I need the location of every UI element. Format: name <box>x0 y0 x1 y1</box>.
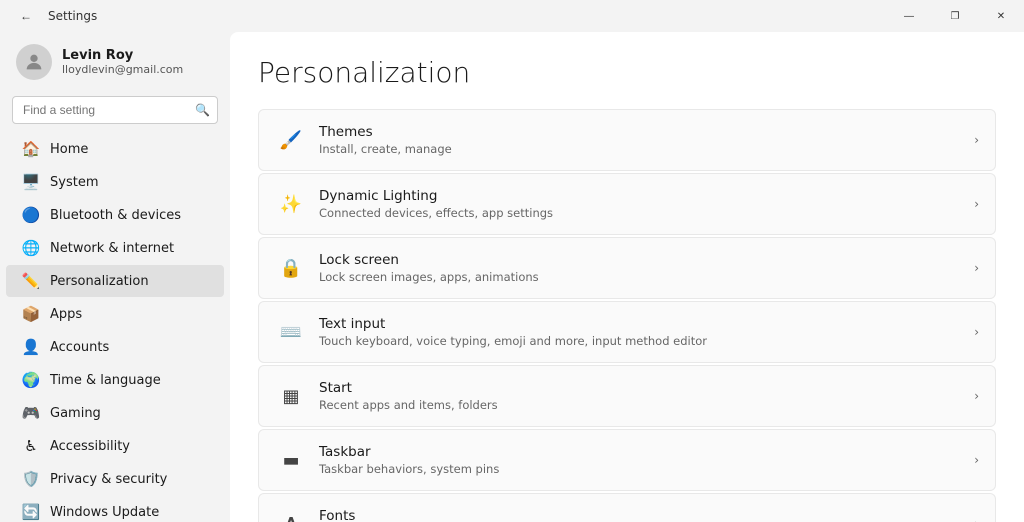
privacy-icon: 🛡️ <box>22 470 40 488</box>
sidebar-item-label: System <box>50 175 98 190</box>
user-email: lloydlevin@gmail.com <box>62 63 183 76</box>
app-body: Levin Roy lloydlevin@gmail.com 🔍 🏠 Home … <box>0 32 1024 522</box>
update-icon: 🔄 <box>22 503 40 521</box>
user-info: Levin Roy lloydlevin@gmail.com <box>62 48 183 76</box>
titlebar: ← Settings — ❐ ✕ <box>0 0 1024 32</box>
settings-item-label: Taskbar <box>319 444 966 460</box>
time-icon: 🌍 <box>22 371 40 389</box>
user-name: Levin Roy <box>62 48 183 63</box>
settings-item-text-input[interactable]: ⌨️ Text input Touch keyboard, voice typi… <box>258 301 996 363</box>
settings-item-label: Lock screen <box>319 252 966 268</box>
apps-icon: 📦 <box>22 305 40 323</box>
settings-item-desc: Connected devices, effects, app settings <box>319 206 966 220</box>
settings-item-start[interactable]: ▦ Start Recent apps and items, folders › <box>258 365 996 427</box>
sidebar-item-bluetooth[interactable]: 🔵 Bluetooth & devices <box>6 199 224 231</box>
chevron-right-icon: › <box>974 325 979 339</box>
settings-item-label: Fonts <box>319 508 966 522</box>
fonts-icon: 𝐀 <box>275 508 307 522</box>
settings-item-text: Fonts Install, manage <box>319 508 966 522</box>
settings-item-text: Lock screen Lock screen images, apps, an… <box>319 252 966 284</box>
chevron-right-icon: › <box>974 389 979 403</box>
chevron-right-icon: › <box>974 261 979 275</box>
titlebar-left: ← Settings <box>12 2 97 30</box>
sidebar-item-system[interactable]: 🖥️ System <box>6 166 224 198</box>
settings-item-label: Text input <box>319 316 966 332</box>
settings-item-taskbar[interactable]: ▬ Taskbar Taskbar behaviors, system pins… <box>258 429 996 491</box>
sidebar-item-home[interactable]: 🏠 Home <box>6 133 224 165</box>
accounts-icon: 👤 <box>22 338 40 356</box>
titlebar-title: Settings <box>48 9 97 23</box>
sidebar-item-apps[interactable]: 📦 Apps <box>6 298 224 330</box>
sidebar-item-label: Home <box>50 142 88 157</box>
sidebar-item-update[interactable]: 🔄 Windows Update <box>6 496 224 522</box>
settings-item-dynamic-lighting[interactable]: ✨ Dynamic Lighting Connected devices, ef… <box>258 173 996 235</box>
sidebar-item-network[interactable]: 🌐 Network & internet <box>6 232 224 264</box>
avatar <box>16 44 52 80</box>
bluetooth-icon: 🔵 <box>22 206 40 224</box>
sidebar-item-label: Apps <box>50 307 82 322</box>
titlebar-controls: — ❐ ✕ <box>886 0 1024 32</box>
settings-list: 🖌️ Themes Install, create, manage › ✨ Dy… <box>258 109 996 522</box>
chevron-right-icon: › <box>974 133 979 147</box>
sidebar-item-label: Accessibility <box>50 439 130 454</box>
dynamic-lighting-icon: ✨ <box>275 188 307 220</box>
nav-list: 🏠 Home 🖥️ System 🔵 Bluetooth & devices 🌐… <box>0 132 230 522</box>
settings-item-text: Start Recent apps and items, folders <box>319 380 966 412</box>
accessibility-icon: ♿ <box>22 437 40 455</box>
home-icon: 🏠 <box>22 140 40 158</box>
taskbar-icon: ▬ <box>275 444 307 476</box>
user-profile[interactable]: Levin Roy lloydlevin@gmail.com <box>0 32 230 92</box>
search-box: 🔍 <box>12 96 218 124</box>
system-icon: 🖥️ <box>22 173 40 191</box>
back-button[interactable]: ← <box>12 2 40 30</box>
sidebar-item-label: Accounts <box>50 340 109 355</box>
sidebar-item-label: Gaming <box>50 406 101 421</box>
chevron-right-icon: › <box>974 197 979 211</box>
sidebar-item-time[interactable]: 🌍 Time & language <box>6 364 224 396</box>
chevron-right-icon: › <box>974 453 979 467</box>
sidebar-item-label: Personalization <box>50 274 149 289</box>
restore-button[interactable]: ❐ <box>932 0 978 32</box>
settings-item-label: Start <box>319 380 966 396</box>
settings-item-desc: Recent apps and items, folders <box>319 398 966 412</box>
gaming-icon: 🎮 <box>22 404 40 422</box>
settings-item-text: Dynamic Lighting Connected devices, effe… <box>319 188 966 220</box>
settings-item-desc: Install, create, manage <box>319 142 966 156</box>
sidebar-item-label: Network & internet <box>50 241 174 256</box>
sidebar-item-gaming[interactable]: 🎮 Gaming <box>6 397 224 429</box>
settings-item-desc: Taskbar behaviors, system pins <box>319 462 966 476</box>
personalization-icon: ✏️ <box>22 272 40 290</box>
sidebar-item-label: Bluetooth & devices <box>50 208 181 223</box>
start-icon: ▦ <box>275 380 307 412</box>
sidebar-item-label: Privacy & security <box>50 472 167 487</box>
settings-item-themes[interactable]: 🖌️ Themes Install, create, manage › <box>258 109 996 171</box>
settings-item-desc: Touch keyboard, voice typing, emoji and … <box>319 334 966 348</box>
settings-item-label: Themes <box>319 124 966 140</box>
main-content: Personalization 🖌️ Themes Install, creat… <box>230 32 1024 522</box>
close-button[interactable]: ✕ <box>978 0 1024 32</box>
search-icon: 🔍 <box>195 103 210 117</box>
text-input-icon: ⌨️ <box>275 316 307 348</box>
settings-item-desc: Lock screen images, apps, animations <box>319 270 966 284</box>
settings-item-fonts[interactable]: 𝐀 Fonts Install, manage › <box>258 493 996 522</box>
network-icon: 🌐 <box>22 239 40 257</box>
minimize-button[interactable]: — <box>886 0 932 32</box>
sidebar-item-personalization[interactable]: ✏️ Personalization <box>6 265 224 297</box>
lock-screen-icon: 🔒 <box>275 252 307 284</box>
settings-item-text: Themes Install, create, manage <box>319 124 966 156</box>
search-input[interactable] <box>12 96 218 124</box>
settings-item-label: Dynamic Lighting <box>319 188 966 204</box>
chevron-right-icon: › <box>974 517 979 522</box>
settings-item-lock-screen[interactable]: 🔒 Lock screen Lock screen images, apps, … <box>258 237 996 299</box>
sidebar-item-accounts[interactable]: 👤 Accounts <box>6 331 224 363</box>
settings-item-text: Taskbar Taskbar behaviors, system pins <box>319 444 966 476</box>
sidebar-item-label: Windows Update <box>50 505 159 520</box>
settings-item-text: Text input Touch keyboard, voice typing,… <box>319 316 966 348</box>
sidebar-item-privacy[interactable]: 🛡️ Privacy & security <box>6 463 224 495</box>
themes-icon: 🖌️ <box>275 124 307 156</box>
sidebar-item-label: Time & language <box>50 373 161 388</box>
sidebar-item-accessibility[interactable]: ♿ Accessibility <box>6 430 224 462</box>
page-title: Personalization <box>258 56 996 89</box>
sidebar: Levin Roy lloydlevin@gmail.com 🔍 🏠 Home … <box>0 32 230 522</box>
